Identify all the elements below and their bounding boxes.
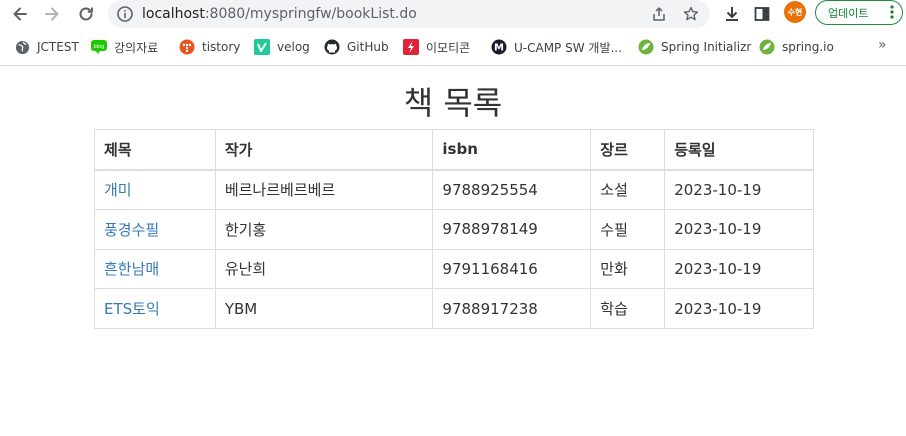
cell-genre: 소설 <box>590 169 666 210</box>
table-row: 흔한남매 유난희 9791168416 만화 2023-10-19 <box>94 248 814 290</box>
bookmark-ucamp[interactable]: M U-CAMP SW 개발... <box>491 37 622 57</box>
star-icon <box>683 6 699 21</box>
bookmark-label: spring.io <box>782 40 834 54</box>
tistory-icon <box>179 39 195 55</box>
cell-title: ETS토익 <box>94 288 216 330</box>
bookmark-spring-initializr[interactable]: Spring Initializr <box>638 37 751 57</box>
cell-author: 베르나르베르베르 <box>214 169 434 210</box>
header-title: 제목 <box>94 129 216 171</box>
back-button[interactable] <box>8 2 32 26</box>
table-row: ETS토익 YBM 9788917238 학습 2023-10-19 <box>94 288 814 330</box>
svg-text:blog: blog <box>94 44 105 50</box>
cell-title: 풍경수필 <box>94 208 216 250</box>
header-genre: 장르 <box>590 129 666 171</box>
url-host: localhost <box>142 6 205 22</box>
info-icon[interactable] <box>116 5 134 23</box>
cell-genre: 학습 <box>590 288 666 330</box>
bookmark-jctest[interactable]: JCTEST <box>14 37 79 57</box>
velog-icon <box>254 39 270 55</box>
cell-author: 한기홍 <box>214 208 434 250</box>
bookmark-github[interactable]: GitHub <box>324 37 389 57</box>
share-icon <box>653 7 665 21</box>
cell-genre: 수필 <box>590 208 666 250</box>
book-title-link[interactable]: 개미 <box>104 181 132 199</box>
emoticon-icon <box>403 39 419 55</box>
book-title-link[interactable]: ETS토익 <box>104 300 160 318</box>
bookmark-label: 이모티콘 <box>426 40 471 55</box>
cell-date: 2023-10-19 <box>664 208 814 250</box>
spring-icon <box>638 39 654 55</box>
update-label: 업데이트 <box>828 6 869 20</box>
profile-avatar[interactable]: 수현 <box>784 1 806 23</box>
browser-toolbar: localhost:8080/myspringfw/bookList.do 수현… <box>0 0 906 28</box>
toolbar-divider <box>0 65 906 66</box>
download-button[interactable] <box>720 2 744 26</box>
side-panel-icon <box>754 7 770 21</box>
cell-date: 2023-10-19 <box>664 169 814 210</box>
cell-author: 유난희 <box>214 248 434 290</box>
chevron-double-right-icon[interactable]: » <box>878 37 887 53</box>
page-title: 책 목록 <box>403 84 503 122</box>
cell-title: 개미 <box>94 169 216 210</box>
book-list-table: 제목 작가 isbn 장르 등록일 개미 베르나르베르베르 9788925554… <box>94 129 814 330</box>
header-date: 등록일 <box>664 129 814 171</box>
url-path: :8080/myspringfw/bookList.do <box>204 6 417 22</box>
address-bar[interactable]: localhost:8080/myspringfw/bookList.do <box>108 0 710 28</box>
bookmark-lecture[interactable]: blog 강의자료 <box>91 37 158 57</box>
cell-date: 2023-10-19 <box>664 288 814 330</box>
share-button[interactable] <box>648 3 670 25</box>
ucamp-icon: M <box>491 39 507 55</box>
bookmark-label: JCTEST <box>37 40 79 54</box>
bookmark-star-button[interactable] <box>680 3 702 25</box>
bookmark-label: tistory <box>202 40 241 54</box>
header-isbn: isbn <box>432 129 592 171</box>
header-author: 작가 <box>214 129 434 171</box>
bookmark-spring-io[interactable]: spring.io <box>759 37 834 57</box>
reload-icon <box>79 7 93 21</box>
side-panel-button[interactable] <box>750 2 774 26</box>
globe-icon <box>14 39 30 55</box>
bookmark-emoticon[interactable]: 이모티콘 <box>403 37 470 57</box>
cell-isbn: 9788917238 <box>432 288 592 330</box>
spring-icon <box>759 39 775 55</box>
forward-button[interactable] <box>40 2 64 26</box>
url-text[interactable]: localhost:8080/myspringfw/bookList.do <box>142 0 417 28</box>
table-row: 풍경수필 한기홍 9788978149 수필 2023-10-19 <box>94 208 814 250</box>
arrow-left-icon <box>13 7 27 21</box>
blog-icon: blog <box>91 39 107 55</box>
arrow-right-icon <box>45 7 59 21</box>
more-vert-icon <box>890 5 894 19</box>
cell-isbn: 9788925554 <box>432 169 592 210</box>
cell-title: 흔한남매 <box>94 248 216 290</box>
table-header-row: 제목 작가 isbn 장르 등록일 <box>94 129 814 171</box>
cell-author: YBM <box>214 288 434 330</box>
cell-genre: 만화 <box>590 248 666 290</box>
book-title-link[interactable]: 흔한남매 <box>104 260 159 278</box>
table-row: 개미 베르나르베르베르 9788925554 소설 2023-10-19 <box>94 169 814 210</box>
cell-isbn: 9788978149 <box>432 208 592 250</box>
bookmark-tistory[interactable]: tistory <box>179 37 240 57</box>
book-title-link[interactable]: 풍경수필 <box>104 221 159 239</box>
bookmark-label: velog <box>277 40 310 54</box>
github-icon <box>324 39 340 55</box>
update-button[interactable]: 업데이트 <box>815 0 903 25</box>
bookmark-label: U-CAMP SW 개발... <box>514 40 622 55</box>
download-icon <box>726 7 738 21</box>
bookmark-label: GitHub <box>347 40 389 54</box>
cell-isbn: 9791168416 <box>432 248 592 290</box>
bookmark-label: Spring Initializr <box>661 40 752 54</box>
cell-date: 2023-10-19 <box>664 248 814 290</box>
bookmark-velog[interactable]: velog <box>254 37 310 57</box>
svg-text:M: M <box>494 43 504 54</box>
reload-button[interactable] <box>74 2 98 26</box>
bookmark-label: 강의자료 <box>114 40 159 55</box>
bookmarks-bar: JCTEST blog 강의자료 tistory velog GitHub 이모… <box>0 33 906 61</box>
